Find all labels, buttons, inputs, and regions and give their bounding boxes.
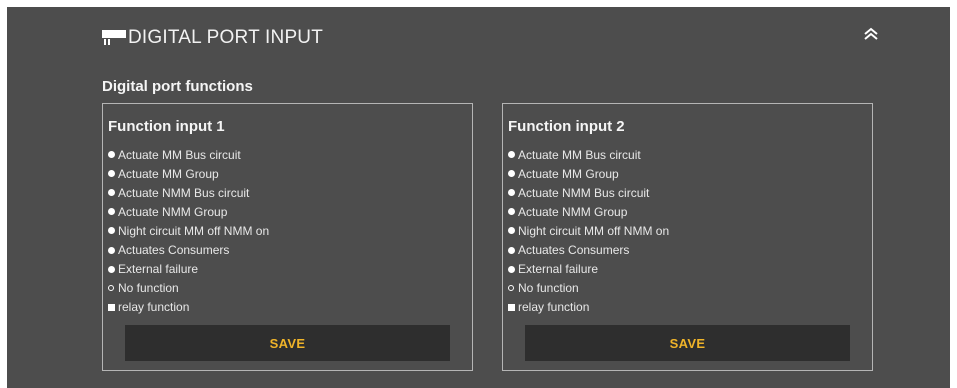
function-option[interactable]: Actuate MM Group (508, 164, 669, 183)
option-label: Actuate NMM Group (118, 204, 228, 219)
option-marker (508, 285, 518, 292)
radio-selected-icon (108, 265, 115, 273)
option-label: No function (518, 281, 579, 296)
function-option[interactable]: relay function (508, 298, 669, 317)
option-marker (508, 170, 518, 178)
option-marker (508, 265, 518, 273)
function-option[interactable]: Night circuit MM off NMM on (508, 221, 669, 240)
radio-selected-icon (508, 189, 515, 197)
radio-selected-icon (108, 227, 115, 235)
function-option-list: Actuate MM Bus circuit Actuate MM Group Ac… (508, 145, 669, 317)
checkbox-icon (108, 303, 115, 311)
option-label: Actuates Consumers (118, 243, 230, 258)
option-marker (108, 285, 118, 292)
port-icon (102, 30, 126, 45)
function-input-1-box: Function input 1 Actuate MM Bus circuit A… (102, 103, 473, 371)
function-option[interactable]: External failure (508, 260, 669, 279)
function-option[interactable]: relay function (108, 298, 269, 317)
option-label: Actuate NMM Bus circuit (118, 185, 250, 200)
radio-selected-icon (108, 170, 115, 178)
radio-unselected-icon (508, 285, 514, 292)
option-marker (508, 151, 518, 159)
option-label: External failure (118, 262, 199, 277)
panel-header: DIGITAL PORT INPUT (102, 21, 323, 55)
radio-selected-icon (108, 246, 115, 254)
option-label: No function (118, 281, 179, 296)
function-option[interactable]: Actuate MM Bus circuit (508, 145, 669, 164)
radio-selected-icon (108, 208, 115, 216)
option-label: Actuate NMM Group (518, 204, 628, 219)
option-marker (508, 189, 518, 197)
radio-selected-icon (508, 227, 515, 235)
option-marker (108, 265, 118, 273)
option-marker (508, 303, 518, 311)
function-option-list: Actuate MM Bus circuit Actuate MM Group Ac… (108, 145, 269, 317)
option-marker (508, 227, 518, 235)
option-label: Actuate MM Group (118, 166, 219, 181)
function-option[interactable]: Night circuit MM off NMM on (108, 221, 269, 240)
save-button[interactable]: SAVE (125, 325, 450, 361)
function-option[interactable]: Actuate MM Group (108, 164, 269, 183)
radio-selected-icon (508, 246, 515, 254)
function-option[interactable]: No function (108, 279, 269, 298)
option-label: relay function (518, 300, 590, 315)
option-marker (108, 227, 118, 235)
radio-selected-icon (508, 265, 515, 273)
radio-unselected-icon (108, 285, 114, 292)
checkbox-icon (508, 303, 515, 311)
function-input-title: Function input 1 (108, 118, 225, 135)
function-option[interactable]: Actuate NMM Group (508, 202, 669, 221)
radio-selected-icon (508, 170, 515, 178)
collapse-button[interactable] (860, 23, 882, 45)
save-button[interactable]: SAVE (525, 325, 850, 361)
option-marker (108, 189, 118, 197)
option-label: Night circuit MM off NMM on (518, 223, 670, 238)
option-label: Actuate MM Bus circuit (518, 147, 641, 162)
option-label: relay function (118, 300, 190, 315)
radio-selected-icon (108, 189, 115, 197)
option-label: Night circuit MM off NMM on (118, 223, 270, 238)
option-marker (508, 208, 518, 216)
function-option[interactable]: External failure (108, 260, 269, 279)
option-marker (508, 246, 518, 254)
panel-title: DIGITAL PORT INPUT (128, 27, 324, 48)
option-label: External failure (518, 262, 599, 277)
function-option[interactable]: Actuate NMM Group (108, 202, 269, 221)
option-label: Actuate MM Group (518, 166, 619, 181)
double-chevron-up-icon (864, 27, 878, 40)
function-option[interactable]: Actuate NMM Bus circuit (108, 183, 269, 202)
function-option[interactable]: Actuate NMM Bus circuit (508, 183, 669, 202)
function-input-2-box: Function input 2 Actuate MM Bus circuit A… (502, 103, 873, 371)
radio-selected-icon (508, 151, 515, 159)
radio-selected-icon (508, 208, 515, 216)
option-label: Actuate MM Bus circuit (118, 147, 241, 162)
option-marker (108, 208, 118, 216)
section-title: Digital port functions (102, 78, 253, 95)
function-option[interactable]: No function (508, 279, 669, 298)
option-marker (108, 303, 118, 311)
option-marker (108, 151, 118, 159)
option-label: Actuates Consumers (518, 243, 630, 258)
option-marker (108, 246, 118, 254)
option-marker (108, 170, 118, 178)
function-option[interactable]: Actuates Consumers (108, 240, 269, 259)
function-option[interactable]: Actuates Consumers (508, 240, 669, 259)
radio-selected-icon (108, 151, 115, 159)
digital-port-panel: DIGITAL PORT INPUT Digital port function… (7, 7, 950, 388)
function-input-title: Function input 2 (508, 118, 625, 135)
option-label: Actuate NMM Bus circuit (518, 185, 650, 200)
function-option[interactable]: Actuate MM Bus circuit (108, 145, 269, 164)
